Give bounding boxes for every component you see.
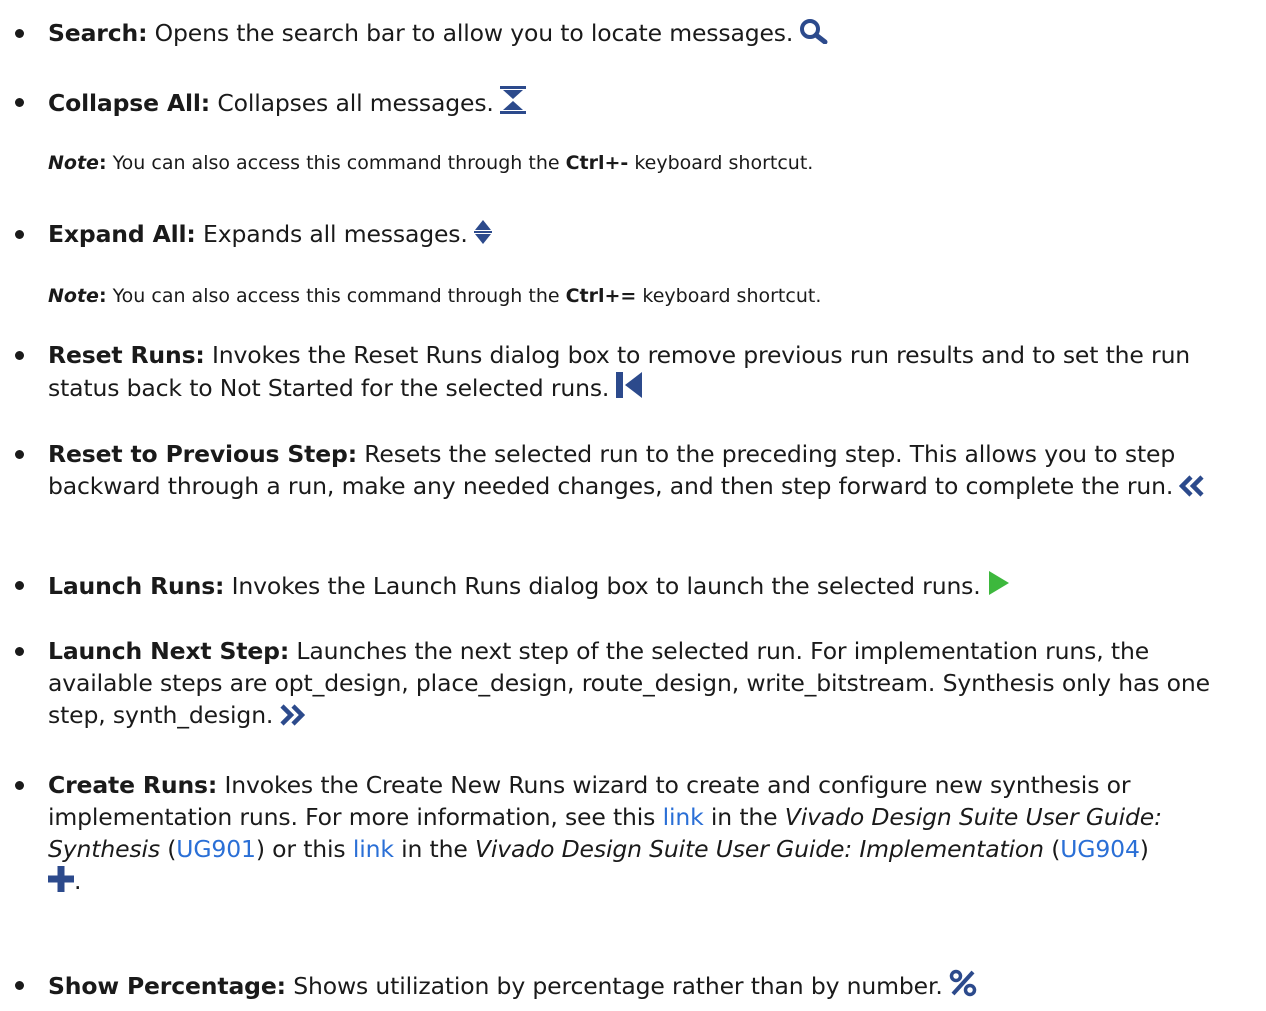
item-description: Collapses all messages. bbox=[210, 89, 494, 117]
guide-title-implementation: Vivado Design Suite User Guide: Implemen… bbox=[474, 835, 1044, 863]
percentage-icon bbox=[949, 969, 977, 997]
note-text: You can also access this command through… bbox=[106, 152, 566, 174]
item-term: Collapse All: bbox=[48, 89, 211, 117]
bullet bbox=[15, 450, 24, 459]
keyboard-shortcut: Ctrl+= bbox=[565, 285, 637, 307]
paren: ( bbox=[1043, 835, 1061, 863]
link-synthesis[interactable]: link bbox=[663, 803, 704, 831]
list-item-expand-all: Expand All: Expands all messages. bbox=[15, 218, 1253, 250]
link-ug904[interactable]: UG904 bbox=[1060, 835, 1140, 863]
paren: ( bbox=[159, 835, 177, 863]
list-item-create-runs: Create Runs: Invokes the Create New Runs… bbox=[15, 769, 1253, 897]
link-implementation[interactable]: link bbox=[353, 835, 394, 863]
keyboard-shortcut: Ctrl+- bbox=[565, 152, 629, 174]
list-item-launch-next-step: Launch Next Step: Launches the next step… bbox=[15, 635, 1253, 731]
search-icon bbox=[799, 18, 829, 44]
launch-runs-icon bbox=[987, 569, 1011, 597]
item-description: in the bbox=[703, 803, 785, 831]
note-text: You can also access this command through… bbox=[106, 285, 566, 307]
item-term: Reset to Previous Step: bbox=[48, 440, 357, 468]
note-text: keyboard shortcut. bbox=[628, 152, 814, 174]
bullet bbox=[15, 29, 24, 38]
expand-all-icon bbox=[473, 219, 492, 245]
list-item-show-percentage: Show Percentage: Shows utilization by pe… bbox=[15, 969, 1253, 1002]
reset-previous-step-icon bbox=[1179, 475, 1205, 497]
bullet bbox=[15, 981, 24, 990]
note-colon: : bbox=[98, 152, 107, 174]
item-term: Launch Runs: bbox=[48, 572, 225, 600]
item-description: in the bbox=[393, 835, 475, 863]
bullet bbox=[15, 581, 24, 590]
trailing-period: . bbox=[74, 867, 82, 895]
bullet bbox=[15, 647, 24, 656]
note-label: Note bbox=[48, 152, 99, 174]
note-label: Note bbox=[48, 285, 99, 307]
item-description: Opens the search bar to allow you to loc… bbox=[147, 19, 794, 47]
item-description: Invokes the Launch Runs dialog box to la… bbox=[224, 572, 981, 600]
note-text: keyboard shortcut. bbox=[636, 285, 822, 307]
item-term: Reset Runs: bbox=[48, 341, 205, 369]
list-item-reset-runs: Reset Runs: Invokes the Reset Runs dialo… bbox=[15, 339, 1253, 404]
item-description: Shows utilization by percentage rather t… bbox=[285, 972, 943, 1000]
note-colon: : bbox=[98, 285, 107, 307]
note-collapse-all: Note: You can also access this command t… bbox=[48, 150, 1248, 176]
bullet bbox=[15, 781, 24, 790]
list-item-reset-previous-step: Reset to Previous Step: Resets the selec… bbox=[15, 438, 1253, 502]
item-description: ) or this bbox=[255, 835, 353, 863]
bullet bbox=[15, 230, 24, 239]
link-ug901[interactable]: UG901 bbox=[176, 835, 256, 863]
bullet bbox=[15, 351, 24, 360]
launch-next-step-icon bbox=[279, 704, 306, 726]
bullet bbox=[15, 98, 24, 107]
list-item-collapse-all: Collapse All: Collapses all messages. bbox=[15, 86, 1253, 119]
collapse-all-icon bbox=[499, 86, 526, 114]
item-term: Launch Next Step: bbox=[48, 637, 290, 665]
item-term: Search: bbox=[48, 19, 148, 47]
reset-runs-icon bbox=[615, 371, 643, 399]
note-expand-all: Note: You can also access this command t… bbox=[48, 283, 1248, 309]
create-runs-icon bbox=[48, 866, 74, 892]
paren: ) bbox=[1139, 835, 1149, 863]
item-term: Create Runs: bbox=[48, 771, 218, 799]
list-item-search: Search: Opens the search bar to allow yo… bbox=[15, 17, 1253, 49]
item-term: Expand All: bbox=[48, 220, 196, 248]
item-description: Expands all messages. bbox=[195, 220, 468, 248]
list-item-launch-runs: Launch Runs: Invokes the Launch Runs dia… bbox=[15, 569, 1253, 602]
item-term: Show Percentage: bbox=[48, 972, 286, 1000]
